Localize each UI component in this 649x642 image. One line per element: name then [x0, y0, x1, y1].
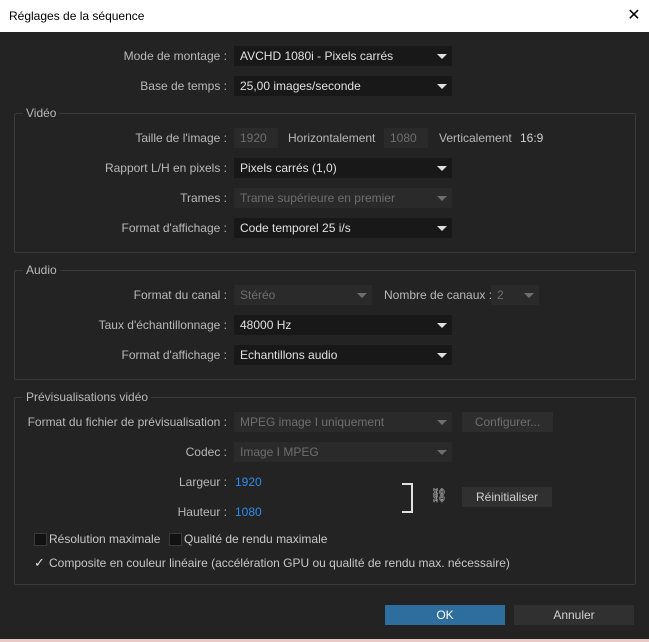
link-bracket [402, 483, 413, 513]
chevron-down-icon [437, 323, 447, 328]
dialog-title: Réglages de la séquence [9, 9, 145, 23]
chevron-down-icon [437, 166, 447, 171]
cancel-button[interactable]: Annuler [514, 605, 634, 625]
chevron-down-icon [357, 293, 367, 298]
chevron-down-icon [437, 353, 447, 358]
title-bar: Réglages de la séquence ✕ [0, 0, 649, 32]
edit-mode-select[interactable]: AVCHD 1080i - Pixels carrés [234, 46, 452, 66]
video-group-title: Vidéo [23, 106, 60, 120]
edit-mode-label: Mode de montage : [123, 49, 227, 63]
max-resolution-label: Résolution maximale [49, 532, 161, 546]
num-channels-label: Nombre de canaux : [384, 288, 493, 302]
preview-height-value[interactable]: 1080 [235, 505, 262, 519]
audio-display-format-label: Format d'affichage : [121, 348, 227, 362]
timebase-select[interactable]: 25,00 images/seconde [234, 76, 452, 96]
chevron-down-icon [524, 293, 534, 298]
codec-select[interactable]: Image I MPEG [234, 442, 452, 462]
link-icon[interactable]: ⛓ [430, 487, 448, 504]
channel-format-select[interactable]: Stéréo [234, 285, 372, 305]
close-icon[interactable]: ✕ [624, 6, 644, 26]
sequence-settings-dialog: Réglages de la séquence ✕ Mode de montag… [0, 0, 649, 639]
timebase-label: Base de temps : [140, 79, 227, 93]
sample-rate-label: Taux d'échantillonnage : [98, 318, 227, 332]
frame-width-field[interactable]: 1920 [234, 128, 278, 148]
pixel-aspect-select[interactable]: Pixels carrés (1,0) [234, 158, 452, 178]
num-channels-select[interactable]: 2 [491, 285, 539, 305]
audio-display-format-select[interactable]: Echantillons audio [234, 345, 452, 365]
chevron-down-icon [437, 226, 447, 231]
frame-height-field[interactable]: 1080 [384, 128, 428, 148]
vertical-label: Verticalement [439, 131, 512, 145]
chevron-down-icon [437, 54, 447, 59]
pixel-aspect-label: Rapport L/H en pixels : [104, 161, 227, 175]
max-resolution-checkbox[interactable] [34, 533, 47, 546]
video-display-format-label: Format d'affichage : [121, 221, 227, 235]
preview-file-format-select[interactable]: MPEG image I uniquement [234, 412, 452, 432]
fields-select[interactable]: Trame supérieure en premier [234, 188, 452, 208]
chevron-down-icon [437, 450, 447, 455]
aspect-ratio-value: 16:9 [520, 131, 544, 145]
sample-rate-select[interactable]: 48000 Hz [234, 315, 452, 335]
codec-label: Codec : [185, 445, 227, 459]
channel-format-label: Format du canal : [133, 288, 227, 302]
reset-button[interactable]: Réinitialiser [462, 487, 552, 507]
preview-width-label: Largeur : [178, 475, 227, 489]
preview-group-title: Prévisualisations vidéo [23, 390, 152, 404]
linear-color-label: Composite en couleur linéaire (accélérat… [49, 556, 510, 570]
max-quality-label: Qualité de rendu maximale [184, 532, 328, 546]
audio-group-title: Audio [23, 263, 60, 277]
frame-size-label: Taille de l'image : [135, 131, 227, 145]
configure-button[interactable]: Configurer... [462, 412, 553, 432]
ok-button[interactable]: OK [385, 605, 505, 625]
preview-height-label: Hauteur : [177, 505, 227, 519]
fields-label: Trames : [180, 191, 227, 205]
preview-file-format-label: Format du fichier de prévisualisation : [27, 415, 227, 429]
chevron-down-icon [437, 196, 447, 201]
chevron-down-icon [437, 84, 447, 89]
video-display-format-select[interactable]: Code temporel 25 i/s [234, 218, 452, 238]
horizontal-label: Horizontalement [288, 131, 376, 145]
max-quality-checkbox[interactable] [169, 533, 182, 546]
chevron-down-icon [437, 420, 447, 425]
preview-width-value[interactable]: 1920 [235, 475, 262, 489]
linear-color-checkbox[interactable]: ✓ [34, 556, 45, 569]
